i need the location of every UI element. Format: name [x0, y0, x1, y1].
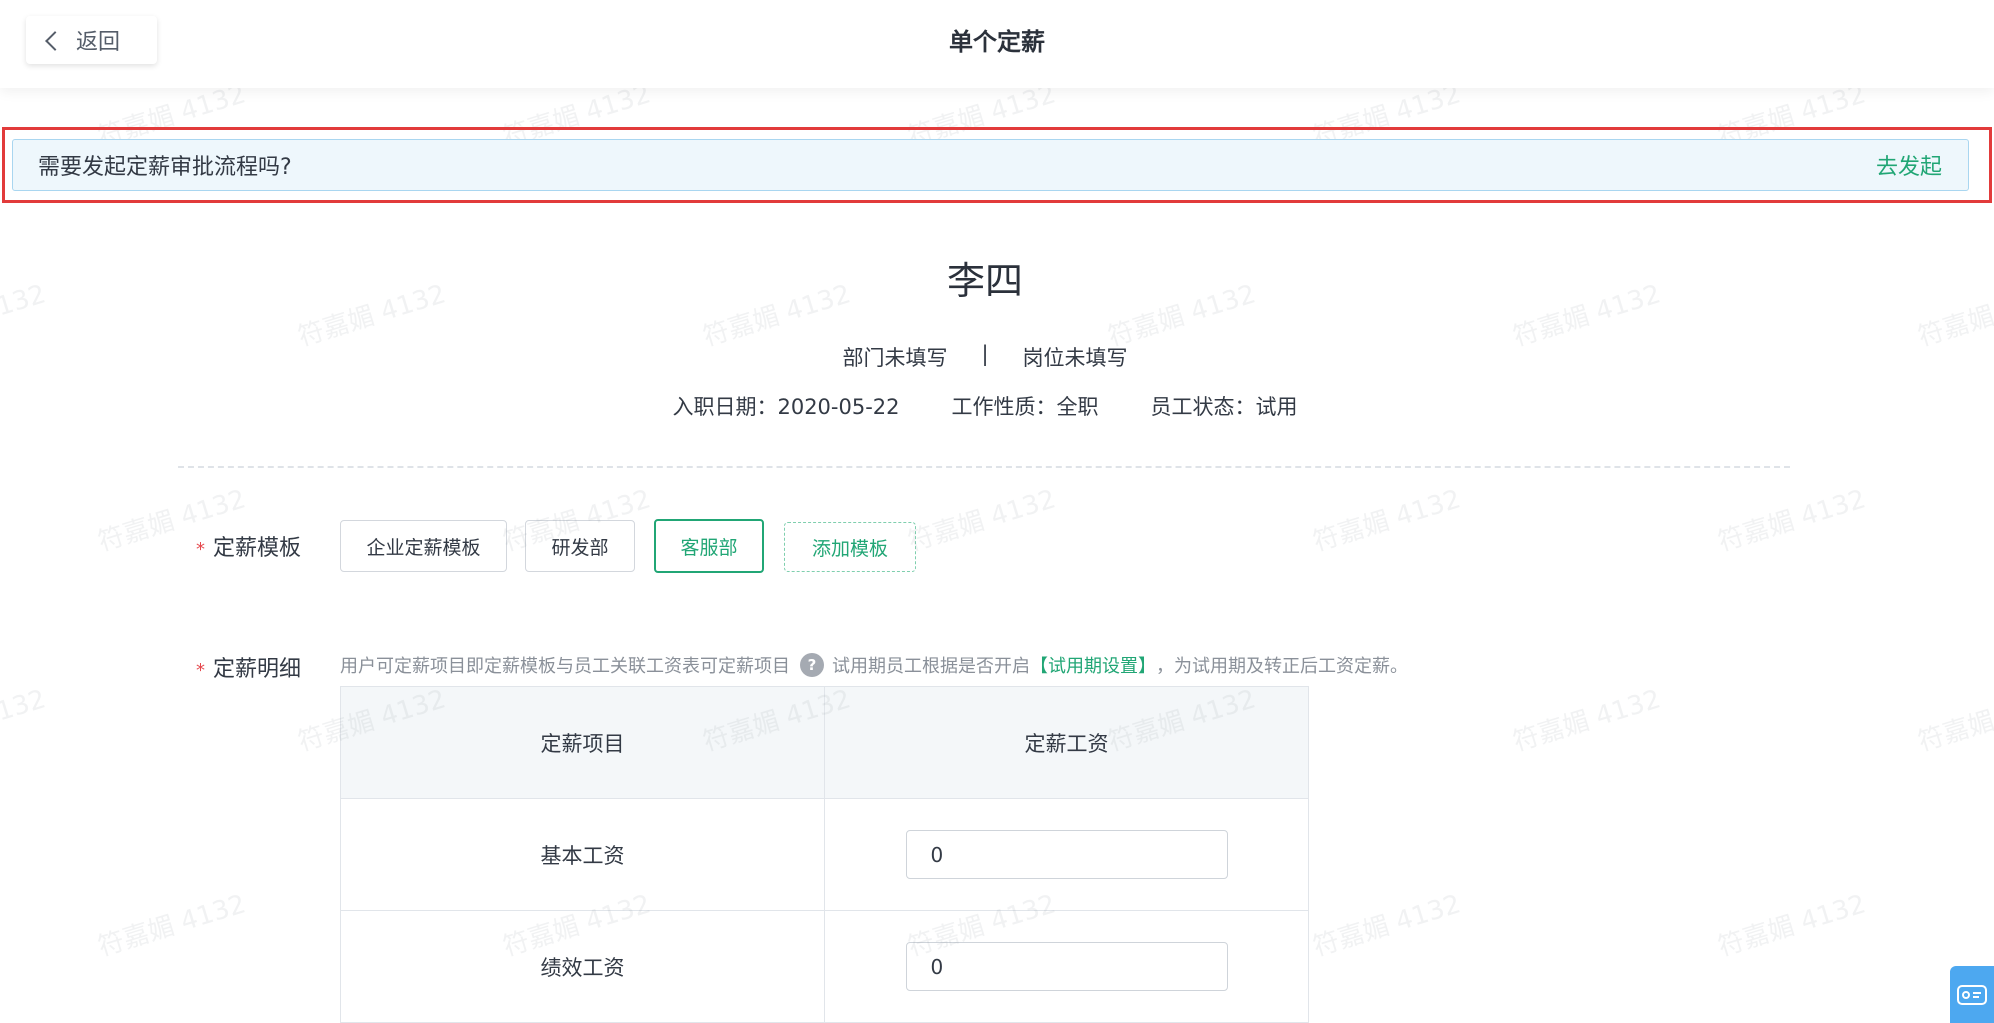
- divider: [178, 466, 1790, 468]
- template-option-enterprise[interactable]: 企业定薪模板: [340, 520, 507, 572]
- required-mark: *: [196, 539, 205, 560]
- performance-salary-input[interactable]: [905, 942, 1228, 991]
- salary-cell: [824, 910, 1309, 1023]
- page-title: 单个定薪: [949, 28, 1045, 56]
- hire-date: 入职日期：2020-05-22: [672, 395, 900, 419]
- detail-label: * 定薪明细: [196, 651, 301, 683]
- template-option-rd[interactable]: 研发部: [525, 520, 635, 572]
- position-text: 岗位未填写: [1022, 346, 1128, 370]
- watermark-text: 符嘉媚 4132: [0, 684, 50, 757]
- highlight-frame: 需要发起定薪审批流程吗? 去发起: [2, 127, 1992, 203]
- table-row: 基本工资: [340, 798, 1309, 911]
- column-header-salary: 定薪工资: [824, 686, 1309, 799]
- template-label-text: 定薪模板: [213, 536, 302, 561]
- probation-settings-link[interactable]: 【试用期设置】: [1030, 652, 1156, 678]
- employee-status: 员工状态：试用: [1150, 395, 1298, 419]
- employee-org: 部门未填写 | 岗位未填写: [0, 342, 1970, 372]
- department-text: 部门未填写: [842, 346, 948, 370]
- salary-table: 定薪项目 定薪工资 基本工资 绩效工资: [340, 686, 1309, 1023]
- item-name: 绩效工资: [340, 910, 825, 1023]
- start-approval-link[interactable]: 去发起: [1876, 149, 1942, 181]
- add-template-button[interactable]: 添加模板: [784, 522, 916, 572]
- column-header-item: 定薪项目: [340, 686, 825, 799]
- watermark-text: 符嘉媚 4132: [1914, 684, 1994, 758]
- salary-cell: [824, 798, 1309, 911]
- help-icon[interactable]: ?: [800, 653, 824, 677]
- watermark-text: 符嘉媚 4132: [94, 889, 250, 963]
- detail-hint: 用户可定薪项目即定薪模板与员工关联工资表可定薪项目 ? 试用期员工根据是否开启 …: [340, 652, 1408, 678]
- table-row: 绩效工资: [340, 910, 1309, 1023]
- template-label: * 定薪模板: [196, 530, 301, 562]
- hint-prefix: 用户可定薪项目即定薪模板与员工关联工资表可定薪项目: [340, 656, 790, 677]
- watermark-text: 符嘉媚 4132: [1714, 484, 1870, 558]
- watermark-text: 符嘉媚 4132: [1309, 484, 1465, 558]
- watermark-text: 符嘉媚 4132: [1309, 889, 1465, 963]
- hint-middle: 试用期员工根据是否开启: [832, 656, 1030, 677]
- required-mark: *: [196, 660, 205, 681]
- separator: |: [981, 342, 989, 366]
- watermark-text: 符嘉媚 4132: [904, 484, 1060, 558]
- table-header-row: 定薪项目 定薪工资: [340, 686, 1309, 799]
- base-salary-input[interactable]: [905, 830, 1228, 879]
- watermark-text: 符嘉媚 4132: [1714, 889, 1870, 963]
- employee-name: 李四: [946, 259, 1023, 303]
- detail-label-text: 定薪明细: [213, 657, 302, 682]
- top-bar: 返回 单个定薪: [0, 0, 1994, 88]
- work-type: 工作性质：全职: [951, 395, 1099, 419]
- watermark-text: 符嘉媚 4132: [1509, 684, 1665, 758]
- approval-notice: 需要发起定薪审批流程吗? 去发起: [12, 139, 1969, 191]
- chat-icon: [1957, 984, 1987, 1005]
- floating-service-button[interactable]: [1950, 966, 1994, 1023]
- notice-text: 需要发起定薪审批流程吗?: [38, 155, 292, 180]
- item-name: 基本工资: [340, 798, 825, 911]
- employee-meta: 入职日期：2020-05-22 工作性质：全职 员工状态：试用: [0, 391, 1970, 421]
- hint-suffix: ，为试用期及转正后工资定薪。: [1156, 656, 1408, 677]
- template-option-service[interactable]: 客服部: [654, 519, 764, 573]
